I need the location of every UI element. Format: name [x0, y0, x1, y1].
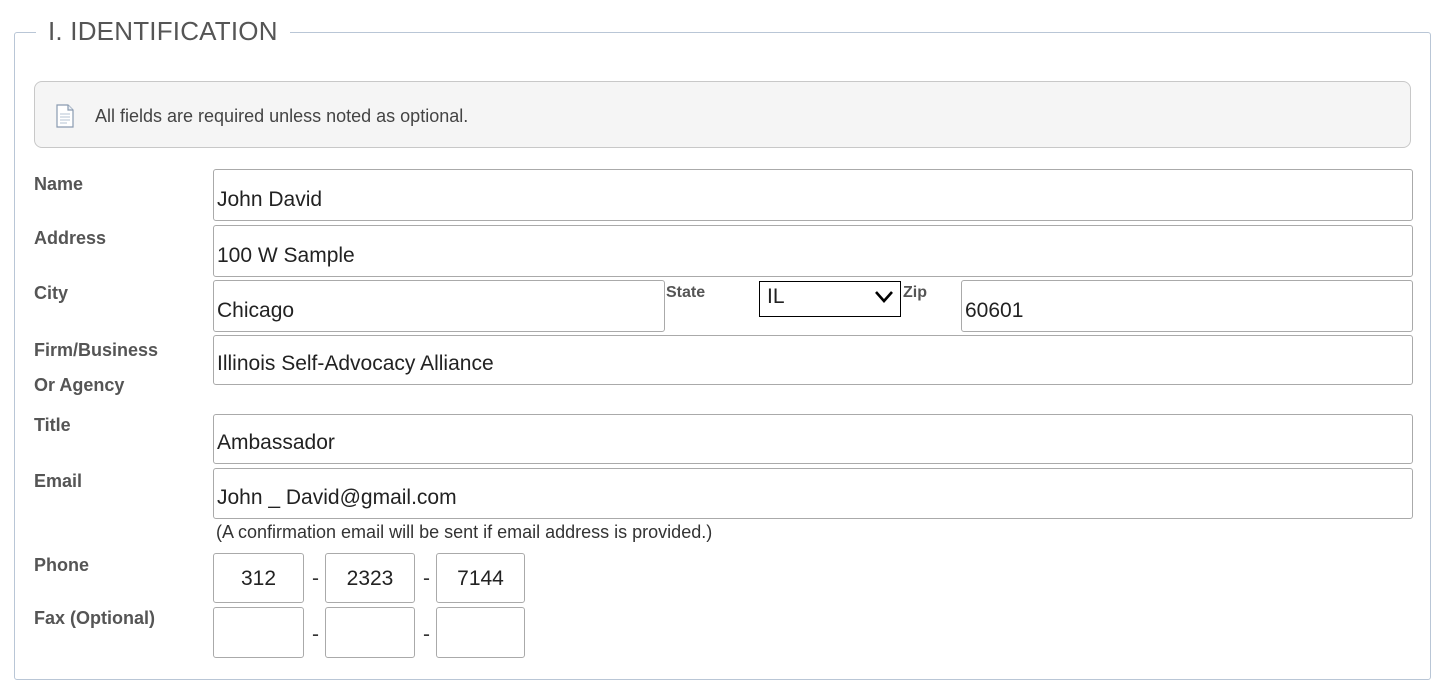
state-select[interactable]: IL [759, 281, 901, 317]
state-label: State [666, 284, 706, 301]
section-title: I. IDENTIFICATION [36, 14, 290, 48]
email-label: Email [34, 471, 83, 491]
title-input[interactable]: Ambassador [213, 414, 1413, 464]
fax-label: Fax (Optional) [34, 608, 155, 628]
fax-area-input[interactable] [213, 607, 304, 658]
firm-input[interactable]: Illinois Self-Advocacy Alliance [213, 335, 1413, 385]
name-label: Name [34, 174, 84, 194]
firm-label-line1: Firm/Business [34, 340, 159, 360]
fax-separator: - [312, 623, 319, 646]
phone-separator: - [312, 567, 319, 590]
address-label: Address [34, 228, 107, 248]
phone-prefix-input[interactable]: 2323 [325, 553, 415, 603]
firm-label-line2: Or Agency [34, 375, 125, 395]
phone-separator: - [423, 567, 430, 590]
document-icon [56, 104, 74, 128]
fax-line-input[interactable] [436, 607, 525, 658]
phone-label: Phone [34, 555, 90, 575]
required-notice: All fields are required unless noted as … [34, 81, 1411, 148]
email-input[interactable]: John _ David@gmail.com [213, 468, 1413, 519]
city-label: City [34, 283, 69, 303]
phone-area-input[interactable]: 312 [213, 553, 304, 603]
phone-line-input[interactable]: 7144 [436, 553, 525, 603]
state-selected-value: IL [767, 285, 785, 308]
chevron-down-icon [875, 291, 893, 303]
name-input[interactable]: John David [213, 169, 1413, 221]
email-note: (A confirmation email will be sent if em… [216, 522, 713, 542]
city-input[interactable]: Chicago [213, 280, 665, 332]
fax-prefix-input[interactable] [325, 607, 415, 658]
notice-text: All fields are required unless noted as … [95, 106, 469, 126]
zip-label: Zip [903, 284, 927, 301]
address-input[interactable]: 100 W Sample [213, 225, 1413, 277]
zip-input[interactable]: 60601 [961, 280, 1413, 332]
fax-separator: - [423, 623, 430, 646]
title-label: Title [34, 415, 71, 435]
